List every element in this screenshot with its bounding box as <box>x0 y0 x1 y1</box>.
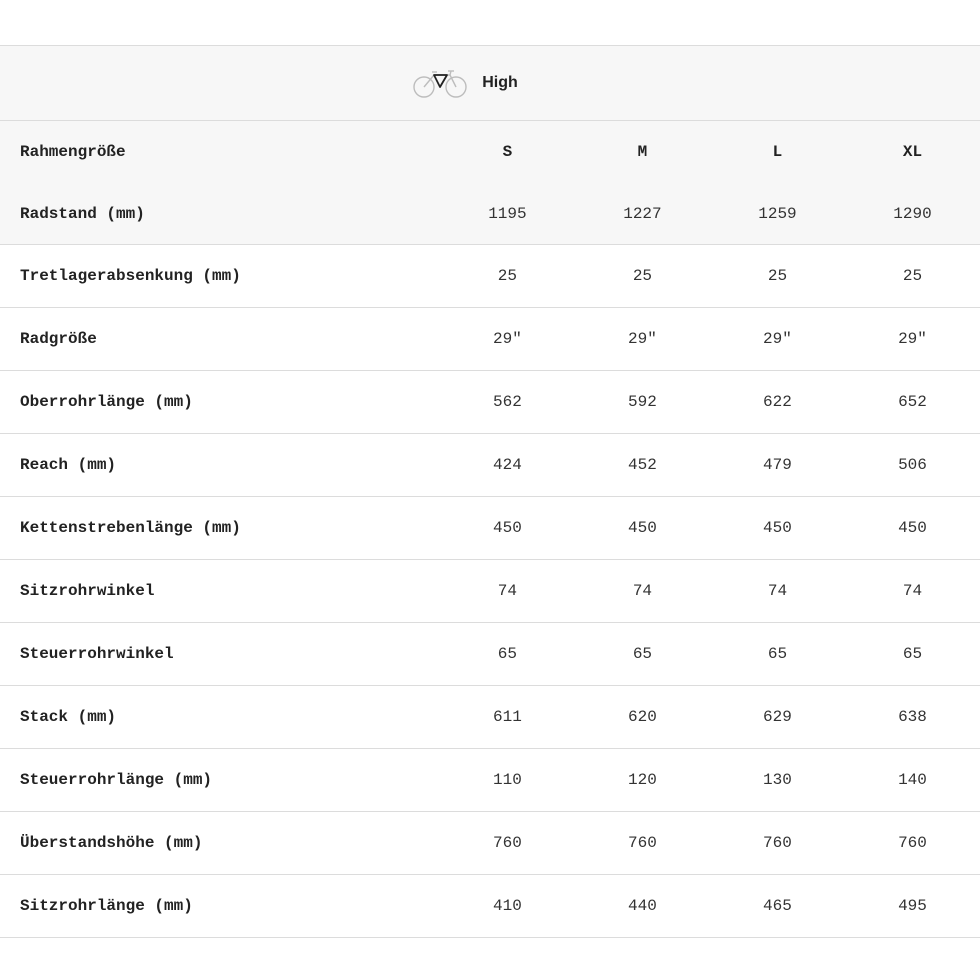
row-value: 74 <box>767 582 788 600</box>
row-value: 110 <box>492 771 522 789</box>
row-value: 760 <box>628 834 657 852</box>
size-xl: XL <box>902 143 923 161</box>
row-value: 65 <box>902 645 923 663</box>
row-value: 1259 <box>758 204 797 223</box>
row-label: Sitzrohrlänge (mm) <box>20 897 193 915</box>
row-label: Reach (mm) <box>20 456 117 474</box>
row-value: 25 <box>767 267 788 285</box>
row-value: 1290 <box>893 204 932 223</box>
row-value: 562 <box>492 393 522 411</box>
row-label: Oberrohrlänge (mm) <box>20 393 193 411</box>
row-label: Radgröße <box>20 330 97 348</box>
row-value: 479 <box>763 456 792 474</box>
row-label: Kettenstrebenlänge (mm) <box>20 519 241 537</box>
size-header-label: Rahmengröße <box>20 143 126 161</box>
table-row: Oberrohrlänge (mm) 562 592 622 652 <box>0 371 980 434</box>
row-value: 450 <box>492 519 522 537</box>
row-value: 450 <box>898 519 927 537</box>
row-value: 120 <box>628 771 657 789</box>
row-value: 424 <box>492 456 522 474</box>
row-value: 25 <box>902 267 923 285</box>
row-value: 452 <box>628 456 657 474</box>
geometry-header: High <box>0 45 980 121</box>
table-row: Steuerrohrwinkel 65 65 65 65 <box>0 623 980 686</box>
row-label: Tretlagerabsenkung (mm) <box>20 267 241 285</box>
size-m: M <box>637 143 648 161</box>
row-label: Stack (mm) <box>20 708 117 726</box>
row-value: 440 <box>628 897 657 915</box>
row-label: Steuerrohrlänge (mm) <box>20 771 213 789</box>
geometry-table: High Rahmengröße S M L XL Radstand (mm) … <box>0 45 980 938</box>
row-value: 29" <box>763 330 792 348</box>
row-label: Überstandshöhe (mm) <box>20 834 203 852</box>
row-value: 760 <box>763 834 792 852</box>
row-value: 592 <box>628 393 657 411</box>
geometry-variant-label: High <box>482 74 518 91</box>
row-value: 506 <box>898 456 927 474</box>
row-value: 1195 <box>488 204 527 223</box>
table-row: Sitzrohrlänge (mm) 410 440 465 495 <box>0 875 980 938</box>
table-row: Tretlagerabsenkung (mm) 25 25 25 25 <box>0 245 980 308</box>
row-value: 652 <box>898 393 927 411</box>
table-row: Sitzrohrwinkel 74 74 74 74 <box>0 560 980 623</box>
row-value: 74 <box>632 582 653 600</box>
row-label: Radstand (mm) <box>20 204 145 223</box>
row-value: 629 <box>763 708 792 726</box>
row-value: 65 <box>767 645 788 663</box>
row-label: Steuerrohrwinkel <box>20 645 174 663</box>
table-row: Stack (mm) 611 620 629 638 <box>0 686 980 749</box>
row-value: 29" <box>628 330 657 348</box>
row-value: 620 <box>628 708 657 726</box>
table-row: Steuerrohrlänge (mm) 110 120 130 140 <box>0 749 980 812</box>
row-label: Sitzrohrwinkel <box>20 582 155 600</box>
row-value: 65 <box>497 645 517 663</box>
row-value: 65 <box>632 645 653 663</box>
row-value: 638 <box>898 708 927 726</box>
size-l: L <box>772 143 783 161</box>
row-value: 29" <box>492 330 522 348</box>
table-row: Reach (mm) 424 452 479 506 <box>0 434 980 497</box>
row-value: 130 <box>763 771 792 789</box>
row-value: 29" <box>898 330 927 348</box>
table-row: Radstand (mm) 1195 1227 1259 1290 <box>0 183 980 245</box>
row-value: 760 <box>898 834 927 852</box>
row-value: 622 <box>763 393 792 411</box>
row-value: 465 <box>763 897 792 915</box>
row-value: 25 <box>497 267 517 285</box>
row-value: 450 <box>628 519 657 537</box>
table-row: Überstandshöhe (mm) 760 760 760 760 <box>0 812 980 875</box>
row-value: 140 <box>898 771 927 789</box>
row-value: 760 <box>492 834 522 852</box>
row-value: 410 <box>492 897 522 915</box>
table-row: Radgröße 29" 29" 29" 29" <box>0 308 980 371</box>
geometry-header-inner: High <box>412 67 518 99</box>
row-value: 25 <box>632 267 653 285</box>
row-value: 1227 <box>623 204 662 223</box>
row-value: 74 <box>902 582 923 600</box>
row-value: 611 <box>492 708 522 726</box>
row-value: 74 <box>497 582 517 600</box>
size-header-row: Rahmengröße S M L XL <box>0 121 980 183</box>
size-s: S <box>502 143 513 161</box>
row-value: 450 <box>763 519 792 537</box>
table-row: Kettenstrebenlänge (mm) 450 450 450 450 <box>0 497 980 560</box>
row-value: 495 <box>898 897 927 915</box>
road-bike-icon <box>413 70 467 98</box>
